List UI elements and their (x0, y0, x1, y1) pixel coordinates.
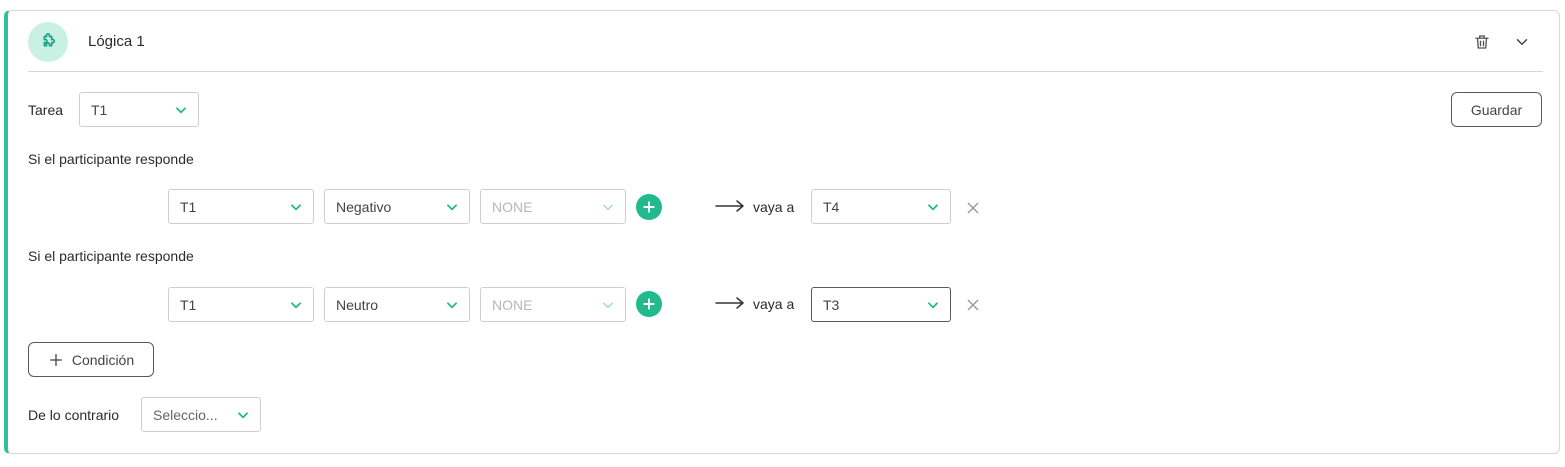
arrow-right-icon (715, 296, 745, 310)
arrow-right-icon (715, 199, 745, 213)
logic-title: Lógica 1 (88, 33, 145, 50)
condition-answer-select[interactable]: Negativo (324, 189, 470, 224)
logic-card: Lógica 1 Tarea T1 Guardar Si el particip… (4, 10, 1560, 454)
chevron-down-icon (926, 298, 940, 312)
chevron-down-icon (289, 298, 303, 312)
chevron-down-icon (236, 408, 250, 422)
select-value: T4 (823, 198, 840, 215)
chevron-down-icon (926, 200, 940, 214)
chevron-down-icon (445, 200, 459, 214)
select-value: T3 (823, 296, 840, 313)
task-select[interactable]: T1 (79, 92, 199, 127)
goto-label: vaya a (753, 296, 795, 312)
condition-question-select[interactable]: T1 (168, 189, 314, 224)
add-answer-button[interactable] (636, 194, 662, 220)
close-icon[interactable] (964, 199, 982, 217)
chevron-down-icon[interactable] (1510, 30, 1534, 54)
condition-question-select[interactable]: T1 (168, 287, 314, 322)
chevron-down-icon (289, 200, 303, 214)
otherwise-label: De lo contrario (28, 407, 120, 423)
select-value: Seleccio... (153, 406, 218, 423)
target-task-select[interactable]: T4 (811, 189, 951, 224)
chevron-down-icon (445, 298, 459, 312)
chevron-down-icon (601, 200, 615, 214)
header-divider (28, 71, 1543, 72)
select-value: Neutro (336, 296, 379, 313)
goto-label: vaya a (753, 199, 795, 215)
otherwise-select[interactable]: Seleccio... (141, 397, 261, 432)
add-answer-button[interactable] (636, 291, 662, 317)
condition-extra-select[interactable]: NONE (480, 287, 626, 322)
task-select-value: T1 (91, 101, 108, 118)
select-value: NONE (492, 198, 533, 215)
select-value: Negativo (336, 198, 392, 215)
target-task-select[interactable]: T3 (811, 287, 951, 322)
puzzle-icon (28, 22, 68, 62)
plus-icon (48, 352, 64, 368)
condition-label: Si el participante responde (28, 248, 194, 264)
save-button[interactable]: Guardar (1451, 92, 1542, 127)
add-condition-button[interactable]: Condición (28, 342, 154, 377)
chevron-down-icon (174, 103, 188, 117)
select-value: NONE (492, 296, 533, 313)
condition-label: Si el participante responde (28, 151, 194, 167)
chevron-down-icon (601, 298, 615, 312)
add-condition-label: Condición (71, 351, 135, 368)
select-value: T1 (180, 198, 197, 215)
condition-answer-select[interactable]: Neutro (324, 287, 470, 322)
close-icon[interactable] (964, 296, 982, 314)
task-label: Tarea (28, 102, 64, 118)
trash-icon[interactable] (1470, 30, 1494, 54)
select-value: T1 (180, 296, 197, 313)
condition-extra-select[interactable]: NONE (480, 189, 626, 224)
